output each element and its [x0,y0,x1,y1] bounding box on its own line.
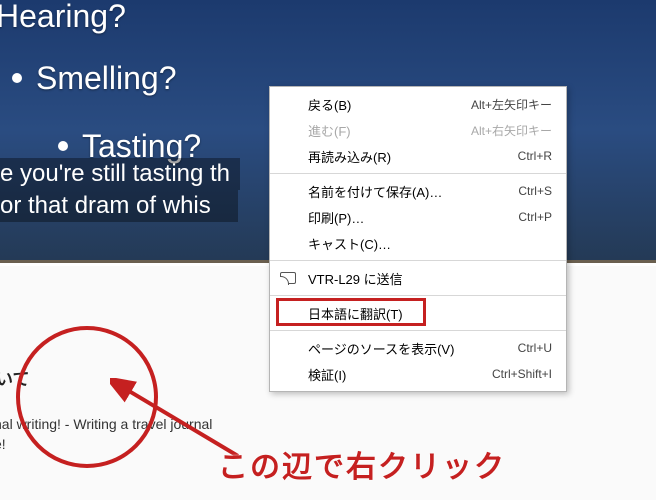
ctx-item-print[interactable]: 印刷(P)… Ctrl+P [270,204,566,230]
ctx-label: 再読み込み(R) [308,147,391,166]
bullet-dot-icon [58,141,68,151]
slide-text-hearing: Hearing? [0,0,126,35]
ctx-item-send-to-device[interactable]: VTR-L29 に送信 [270,265,566,291]
ctx-shortcut: Alt+右矢印キー [471,122,552,139]
slide-text-smelling: Smelling? [36,60,177,96]
ctx-item-view-source[interactable]: ページのソースを表示(V) Ctrl+U [270,335,566,361]
ctx-item-reload[interactable]: 再読み込み(R) Ctrl+R [270,143,566,169]
ctx-label: VTR-L29 に送信 [308,269,403,288]
ctx-item-back[interactable]: 戻る(B) Alt+左矢印キー [270,91,566,117]
ctx-item-save-as[interactable]: 名前を付けて保存(A)… Ctrl+S [270,178,566,204]
body-text-tail: e! [0,436,6,452]
ctx-shortcut: Alt+左矢印キー [471,96,552,113]
browser-context-menu: 戻る(B) Alt+左矢印キー 進む(F) Alt+右矢印キー 再読み込み(R)… [269,86,567,392]
selected-text-line-1: e you're still tasting th [0,158,240,190]
ctx-shortcut: Ctrl+Shift+I [492,367,552,381]
ctx-label: ページのソースを表示(V) [308,339,454,358]
ctx-label: 進む(F) [308,121,351,140]
ctx-label: 名前を付けて保存(A)… [308,182,442,201]
annotation-text: この辺で右クリック [218,442,506,486]
ctx-label: 日本語に翻訳(T) [308,304,403,323]
selected-text-line-2: or that dram of whis [0,190,238,222]
ctx-shortcut: Ctrl+R [518,149,552,163]
ctx-shortcut: Ctrl+P [518,210,552,224]
ctx-item-inspect[interactable]: 検証(I) Ctrl+Shift+I [270,361,566,387]
ctx-item-cast[interactable]: キャスト(C)… [270,230,566,256]
menu-separator [270,330,566,331]
ctx-item-translate[interactable]: 日本語に翻訳(T) [270,300,566,326]
menu-separator [270,260,566,261]
ctx-label: キャスト(C)… [308,234,391,253]
slide-bullet-smelling: Smelling? [12,60,177,97]
ctx-shortcut: Ctrl+S [518,184,552,198]
menu-separator [270,173,566,174]
menu-separator [270,295,566,296]
cast-icon [280,272,296,284]
ctx-label: 戻る(B) [308,95,351,114]
ctx-label: 印刷(P)… [308,208,364,227]
ctx-shortcut: Ctrl+U [518,341,552,355]
bullet-dot-icon [12,73,22,83]
ctx-item-forward: 進む(F) Alt+右矢印キー [270,117,566,143]
ctx-label: 検証(I) [308,365,346,384]
